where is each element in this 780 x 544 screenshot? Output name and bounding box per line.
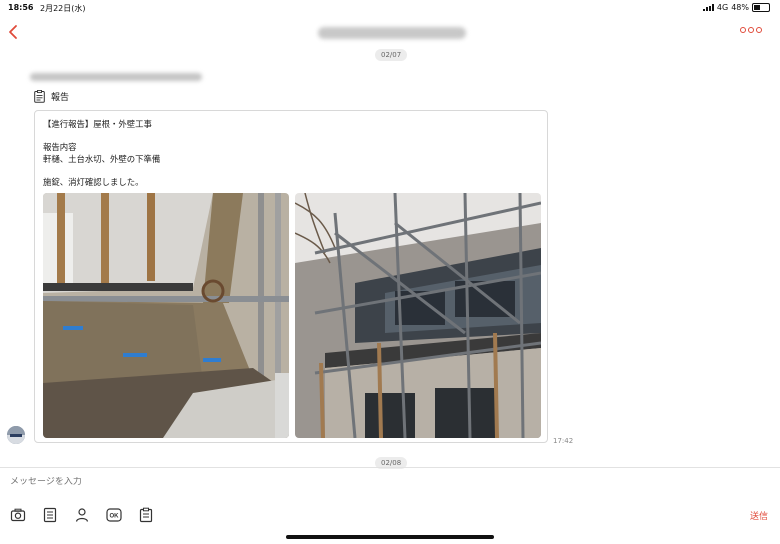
scaffolding-photo[interactable] [295,193,541,438]
svg-text:OK: OK [110,514,120,520]
network-label: 4G [716,3,729,12]
chat-title-redacted [318,27,466,39]
back-button[interactable] [6,22,22,42]
document-icon[interactable] [42,507,58,523]
report-message-card[interactable]: 【進行報告】屋根・外壁工事 報告内容 軒樋、土台水切、外壁の下準備 施錠、消灯確… [34,110,548,443]
nav-bar [0,16,780,50]
more-dot [748,27,754,33]
more-dot [756,27,762,33]
send-button[interactable]: 送信 [750,509,768,522]
ok-icon[interactable]: OK [106,507,122,523]
status-date: 2月22日(水) [40,4,86,13]
composer-divider [0,467,780,468]
photo-image [43,193,289,438]
sender-name-redacted [30,73,202,81]
date-separator: 02/07 [375,49,408,61]
report-icon[interactable] [138,507,154,523]
message-body: 【進行報告】屋根・外壁工事 報告内容 軒樋、土台水切、外壁の下準備 施錠、消灯確… [43,119,161,187]
message-type-label: 報告 [51,93,70,103]
construction-site-photo[interactable] [43,193,289,438]
status-indicators: 4G 48% [702,3,770,12]
message-input[interactable] [10,477,710,487]
battery-label: 48% [731,3,749,12]
status-bar: 18:56 2月22日(水) 4G 48% [0,0,780,16]
message-type-header: 報告 [34,90,69,103]
composer-toolbar: OK [10,507,154,523]
message-time: 17:42 [553,437,574,445]
camera-icon[interactable] [10,507,26,523]
avatar-image [7,426,25,444]
more-horizontal-icon [740,27,746,33]
status-time: 18:56 [8,3,34,12]
photo-image [295,193,541,438]
home-indicator[interactable] [286,535,494,539]
signal-icon [702,4,714,11]
sender-avatar[interactable] [7,426,25,444]
more-menu-button[interactable] [740,27,762,33]
person-icon[interactable] [74,507,90,523]
chevron-left-icon [9,25,17,39]
report-icon [34,90,45,103]
battery-icon [752,3,770,12]
